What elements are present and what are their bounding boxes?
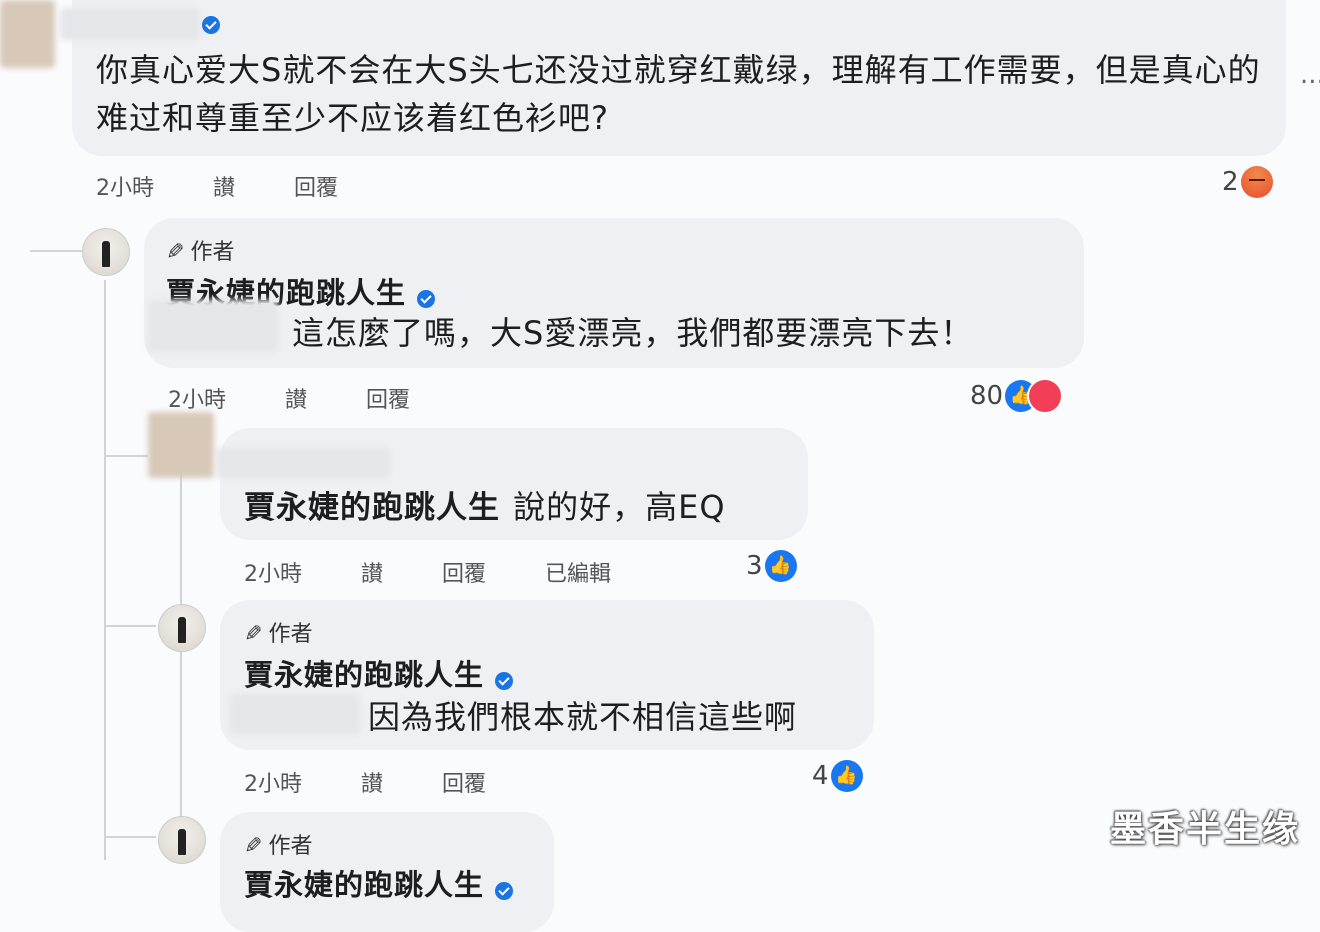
top-comment-meta: 2小時 讃 回覆	[96, 170, 390, 202]
reaction-count: 4	[812, 761, 829, 791]
love-reaction-icon	[1027, 378, 1064, 414]
like-link[interactable]: 讃	[361, 772, 383, 797]
reply1-reactions[interactable]: 80 👍	[970, 378, 1064, 414]
reaction-count: 80	[970, 381, 1004, 411]
angry-reaction-icon	[1240, 166, 1273, 198]
pencil-icon: ✎	[166, 240, 185, 265]
author-name[interactable]: 賈永婕的跑跳人生	[244, 868, 484, 902]
reply-link[interactable]: 回覆	[442, 772, 486, 797]
mention-blurred	[230, 694, 360, 734]
commenter-avatar-blurred	[148, 412, 214, 478]
edited-label: 已編輯	[545, 562, 612, 587]
reply1-meta: 2小時 讃 回覆	[168, 382, 462, 414]
thread-connector	[104, 625, 156, 627]
author-avatar[interactable]	[158, 816, 206, 864]
thumbs-up-icon: 👍	[764, 550, 797, 582]
like-link[interactable]: 讃	[361, 562, 383, 587]
comment-time: 2小時	[96, 176, 154, 201]
verified-badge-icon	[495, 671, 514, 690]
thread-connector	[30, 250, 84, 252]
reply-link[interactable]: 回覆	[442, 562, 486, 587]
verified-badge-icon	[417, 289, 436, 308]
reply1-text: 這怎麼了嗎，大S愛漂亮，我們都要漂亮下去！	[292, 314, 974, 352]
comment-time: 2小時	[244, 772, 302, 797]
reaction-count: 2	[1222, 167, 1239, 197]
like-link[interactable]: 讃	[285, 388, 307, 413]
author-avatar[interactable]	[82, 228, 130, 276]
pencil-icon: ✎	[244, 622, 263, 647]
mention-blurred	[148, 300, 278, 352]
reply2-text: 說的好，高EQ	[513, 488, 726, 526]
reply2-text-line: 賈永婕的跑跳人生 說的好，高EQ	[244, 482, 726, 528]
top-comment-more-button[interactable]: ...	[1300, 60, 1320, 90]
thread-connector	[104, 836, 156, 838]
reply4-header: 賈永婕的跑跳人生	[244, 862, 514, 904]
author-tag: ✎ 作者	[244, 622, 313, 647]
watermark: 墨香半生缘	[1109, 809, 1300, 850]
author-tag: ✎ 作者	[244, 834, 313, 859]
reply3-meta: 2小時 讃 回覆	[244, 766, 538, 798]
reply-link[interactable]: 回覆	[294, 176, 338, 201]
mentioned-name[interactable]: 賈永婕的跑跳人生	[244, 490, 500, 526]
pencil-icon: ✎	[244, 834, 263, 859]
reply3-header: 賈永婕的跑跳人生	[244, 652, 514, 694]
reply3-text: 因為我們根本就不相信這些啊	[368, 698, 798, 736]
author-avatar[interactable]	[158, 604, 206, 652]
verified-badge-icon	[495, 881, 514, 900]
top-comment-reactions[interactable]: 2	[1222, 166, 1273, 198]
comment-time: 2小時	[168, 388, 226, 413]
top-comment-text: 你真心爱大S就不会在大S头七还没过就穿红戴绿，理解有工作需要，但是真心的难过和尊…	[96, 51, 1261, 137]
commenter-name-blurred	[60, 8, 200, 40]
like-link[interactable]: 讃	[213, 176, 235, 201]
reaction-count: 3	[746, 551, 763, 581]
thumbs-up-icon: 👍	[830, 760, 863, 792]
thread-connector	[104, 455, 148, 457]
reply2-reactions[interactable]: 3 👍	[746, 550, 797, 582]
author-name[interactable]: 賈永婕的跑跳人生	[244, 658, 484, 692]
author-tag: ✎ 作者	[166, 240, 235, 265]
reply3-reactions[interactable]: 4 👍	[812, 760, 863, 792]
comment-time: 2小時	[244, 562, 302, 587]
thread-line	[104, 280, 106, 860]
reply-link[interactable]: 回覆	[366, 388, 410, 413]
verified-badge-icon	[202, 15, 220, 34]
commenter-name-blurred	[216, 448, 390, 478]
commenter-avatar-blurred	[0, 0, 55, 68]
reply2-meta: 2小時 讃 回覆 已編輯	[244, 556, 663, 588]
